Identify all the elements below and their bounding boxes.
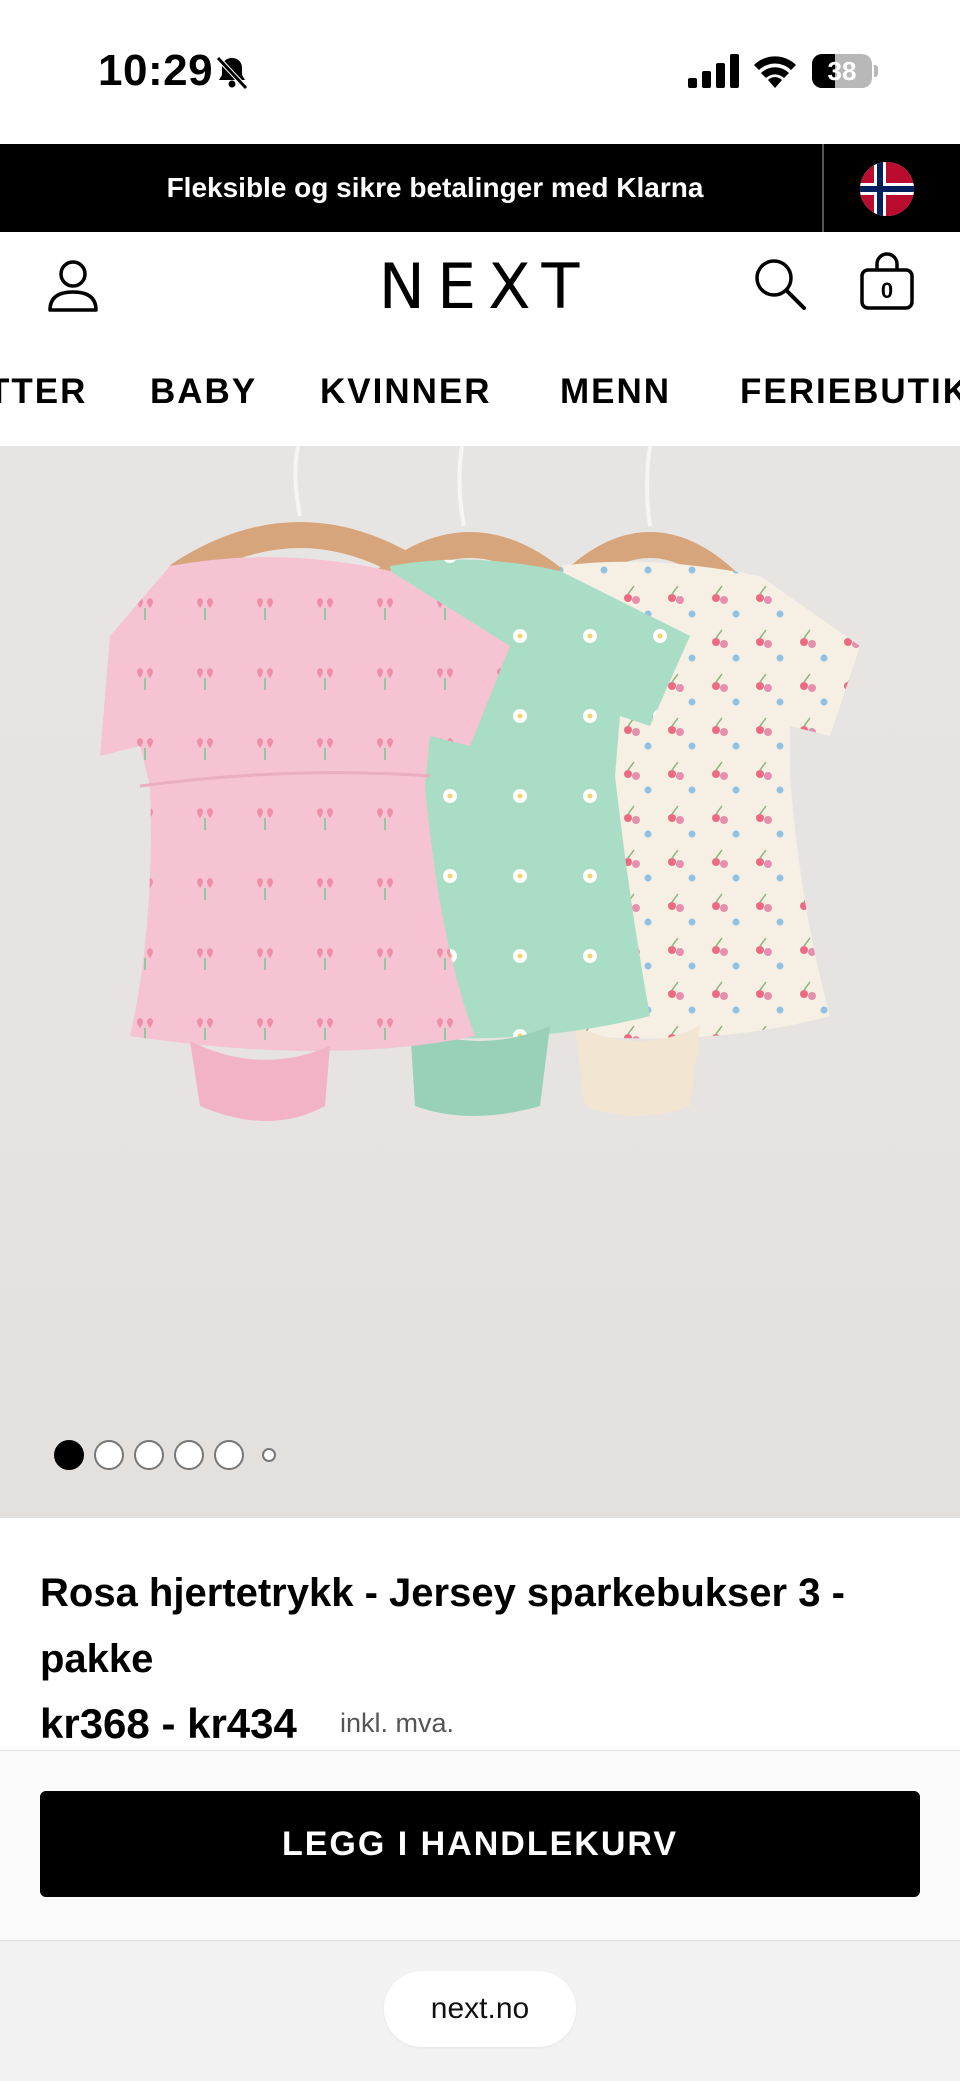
carousel-dot[interactable]	[174, 1440, 204, 1470]
carousel-dot[interactable]	[94, 1440, 124, 1470]
add-to-cart-bar: LEGG I HANDLEKURV	[0, 1750, 960, 1940]
product-photo-dresses	[100, 446, 860, 1121]
nav-item-baby[interactable]: BABY	[150, 372, 257, 412]
wifi-icon	[754, 56, 796, 88]
battery-level-text: 38	[827, 56, 857, 86]
search-icon[interactable]	[752, 256, 808, 312]
nav-item-kvinner[interactable]: KVINNER	[320, 372, 492, 412]
next-logo[interactable]: NEXT	[0, 250, 960, 323]
carousel-dot[interactable]	[54, 1440, 84, 1470]
promo-text[interactable]: Fleksible og sikre betalinger med Klarna	[0, 144, 822, 232]
add-to-cart-button[interactable]: LEGG I HANDLEKURV	[40, 1791, 920, 1897]
product-price: kr368 - kr434	[40, 1700, 297, 1747]
nav-item-feriebutikk[interactable]: FERIEBUTIK	[740, 372, 960, 412]
product-title: Rosa hjertetrykk - Jersey sparkebukser 3…	[40, 1571, 845, 1681]
carousel-dot[interactable]	[262, 1448, 276, 1462]
bag-count: 0	[880, 278, 894, 303]
status-time: 10:29	[98, 46, 214, 95]
product-image[interactable]	[0, 446, 960, 1518]
cellular-signal-icon	[688, 54, 739, 88]
bell-muted-icon	[216, 56, 248, 90]
nav-item-partial[interactable]: TTER	[0, 372, 87, 412]
main-nav: TTER BABY KVINNER MENN FERIEBUTIK	[0, 342, 960, 446]
carousel-dot[interactable]	[214, 1440, 244, 1470]
country-selector-button[interactable]	[860, 162, 914, 216]
nav-item-menn[interactable]: MENN	[560, 372, 671, 412]
promo-divider	[822, 144, 824, 232]
url-bar[interactable]: next.no	[384, 1971, 576, 2047]
site-header: NEXT 0	[0, 232, 960, 342]
norway-flag-icon	[860, 162, 914, 216]
tax-note: inkl. mva.	[340, 1708, 455, 1738]
browser-bottom-bar: next.no	[0, 1940, 960, 2081]
carousel-dot[interactable]	[134, 1440, 164, 1470]
battery-indicator: 38	[812, 54, 878, 88]
klarna-promo-banner[interactable]: Fleksible og sikre betalinger med Klarna	[0, 144, 960, 232]
status-bar: 10:29 38	[0, 0, 960, 144]
